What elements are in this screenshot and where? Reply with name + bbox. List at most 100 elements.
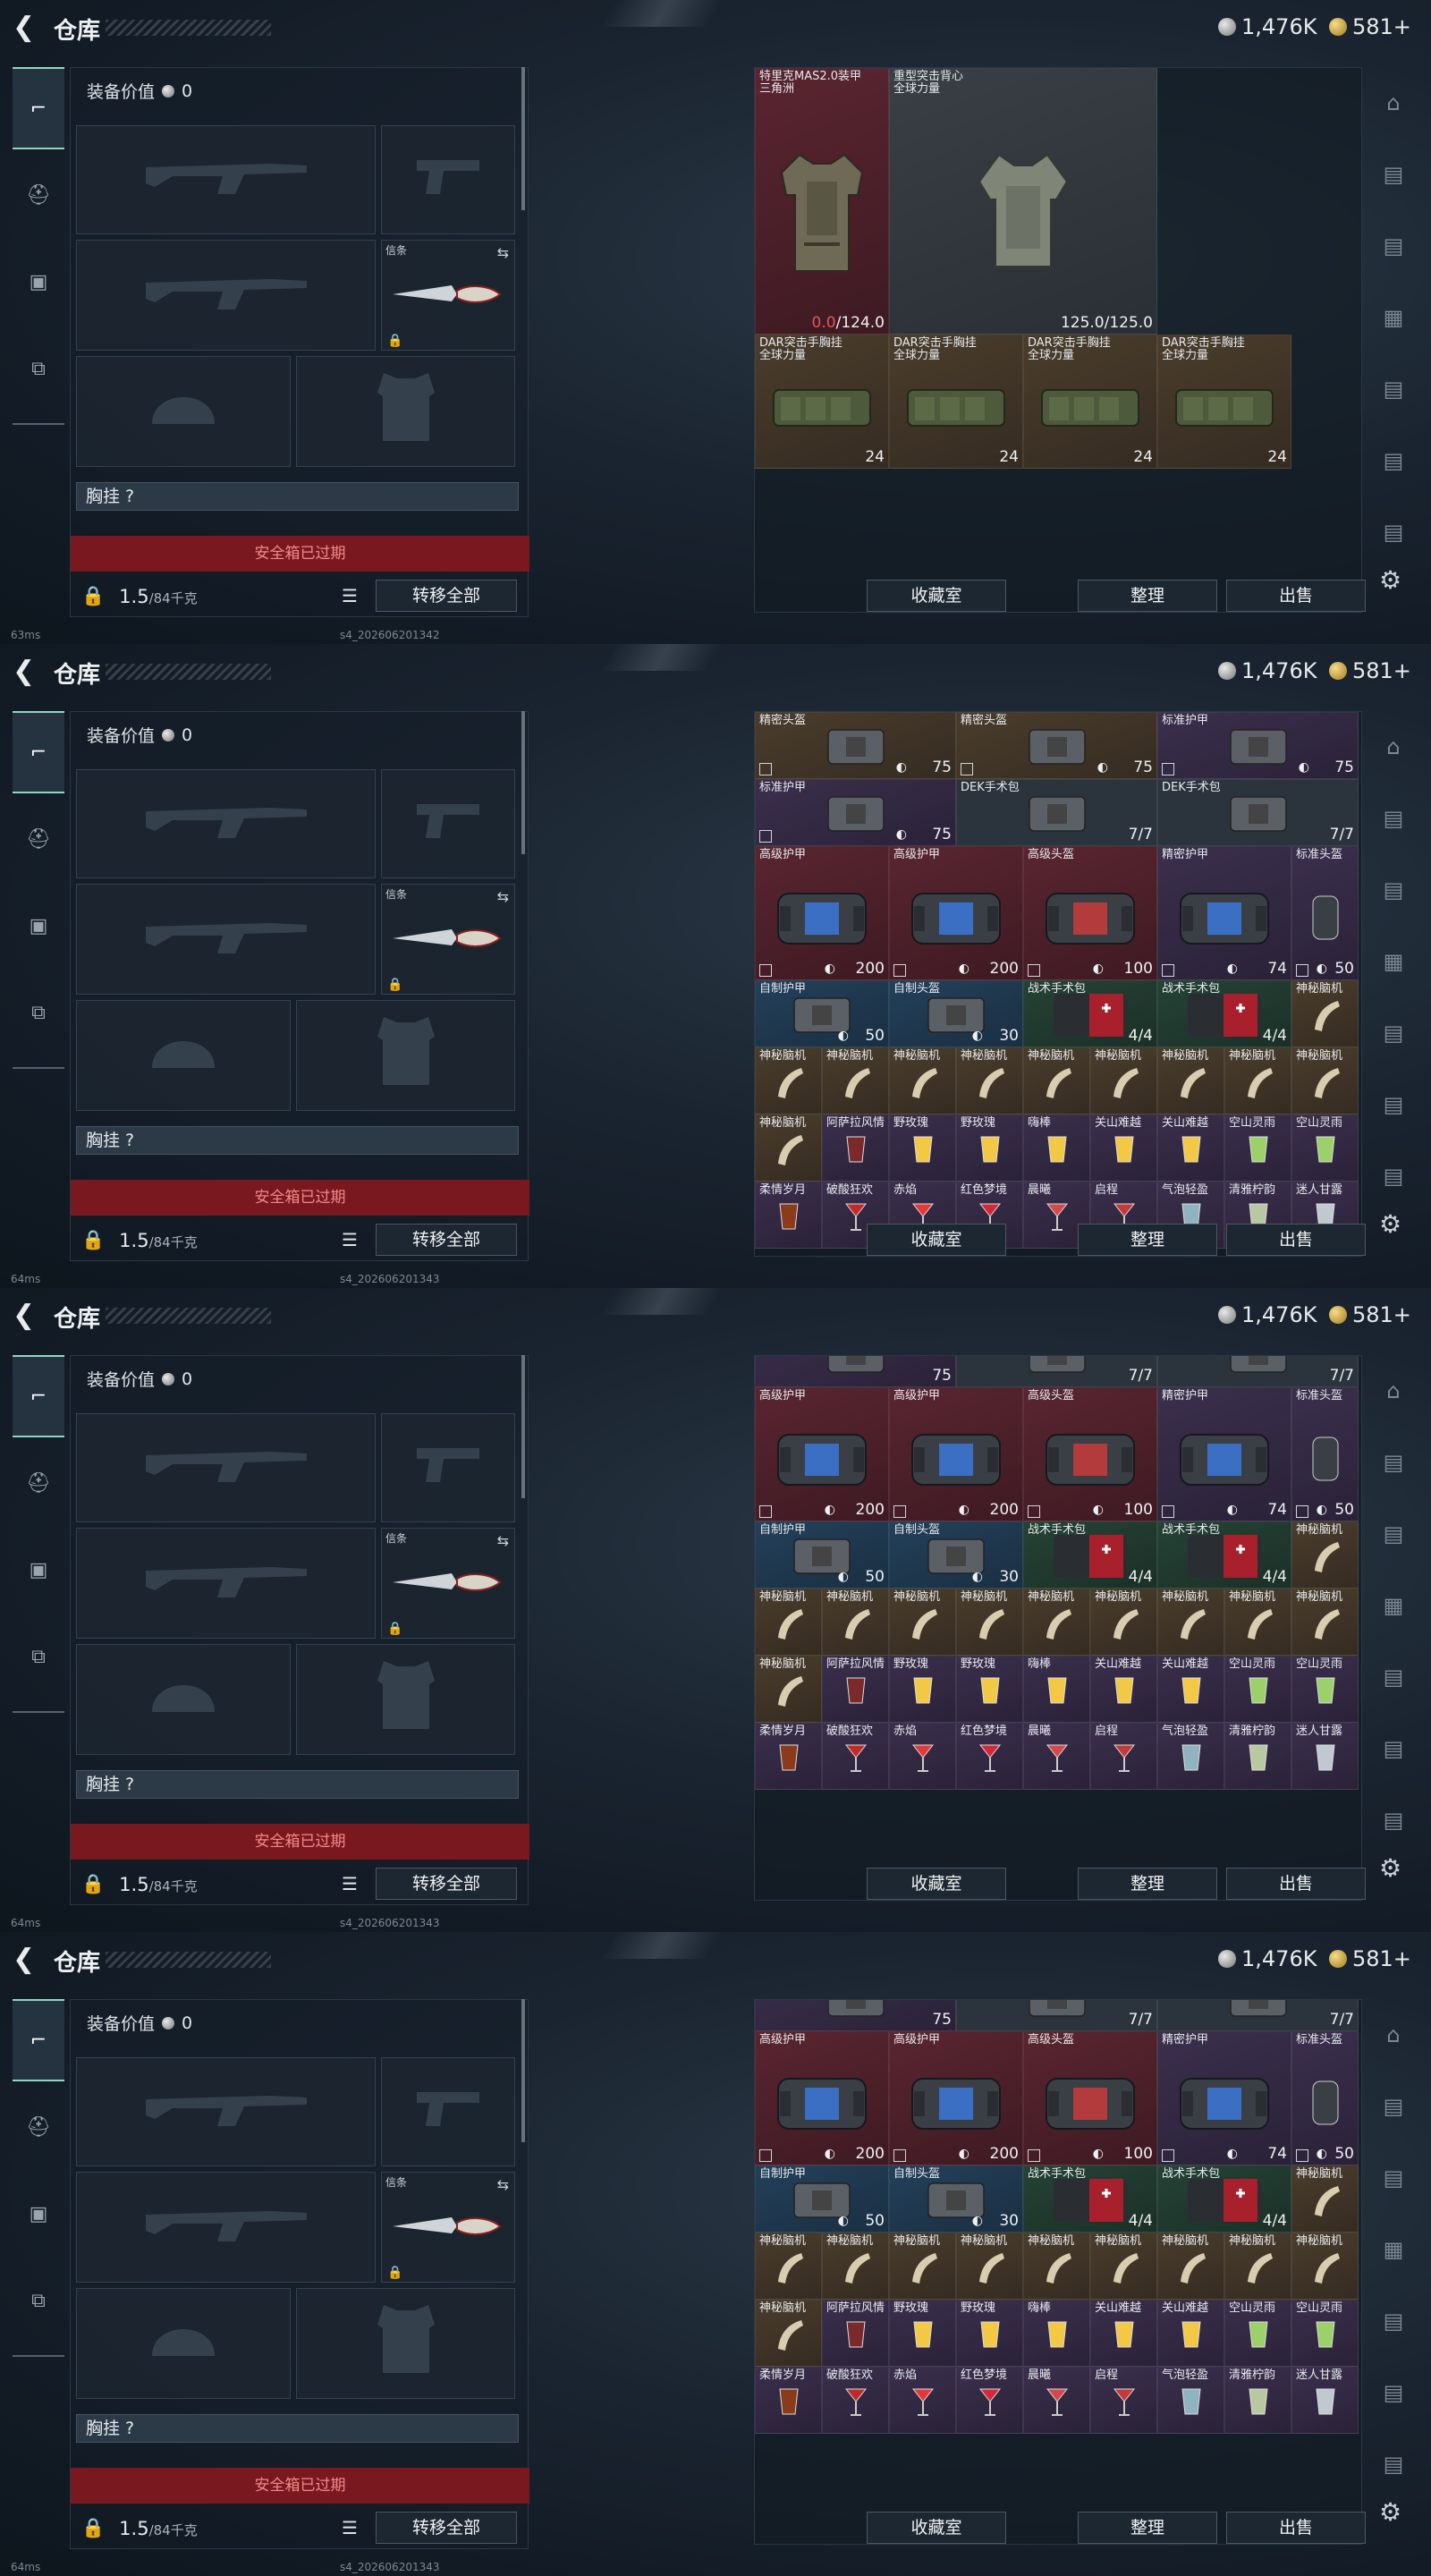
body-armor-slot[interactable] (296, 2288, 515, 2399)
helmet-icon[interactable]: ⛑ (13, 2086, 64, 2168)
inventory-item[interactable]: 空山灵雨 (1291, 1114, 1359, 1182)
inventory-item[interactable]: 野玫瑰 (889, 1114, 956, 1182)
settings-gear-icon[interactable]: ⚙ (1379, 1853, 1401, 1883)
inventory-item[interactable]: 高级护甲 ◐ 200 (889, 846, 1023, 980)
inventory-item[interactable]: 自制护甲 ◐ 50 (755, 1521, 889, 1589)
stash-tab-icon[interactable]: ▤ (1376, 1516, 1411, 1552)
collection-button[interactable]: 收藏室 (867, 1224, 1006, 1256)
melee-slot[interactable]: 信条 ⇆ 🔒 (381, 1528, 515, 1639)
inventory-item[interactable]: 精密头盔 ◐ 75 (755, 712, 956, 779)
inventory-item[interactable]: 神秘脑机 (1023, 1589, 1090, 1656)
inventory-item[interactable]: 精密护甲 ◐ 74 (1157, 2031, 1291, 2165)
inventory-item[interactable]: 神秘脑机 (1291, 1589, 1359, 1656)
sort-button[interactable]: 整理 (1078, 1224, 1217, 1256)
melee-slot[interactable]: 信条 ⇆ 🔒 (381, 884, 515, 995)
inventory-item[interactable]: 神秘脑机 (1157, 1589, 1224, 1656)
inventory-item[interactable]: 阿萨拉风情 (822, 2300, 889, 2367)
inventory-item[interactable]: 高级护甲 ◐ 200 (755, 846, 889, 980)
inventory-item[interactable]: 破酸狂欢 (822, 1723, 889, 1790)
inventory-item[interactable]: 关山难越 (1090, 1114, 1157, 1182)
inventory-item[interactable]: 战术手术包 4/4 (1157, 2165, 1291, 2233)
helmet-icon[interactable]: ⛑ (13, 154, 64, 236)
inventory-item[interactable]: 神秘脑机 (1291, 1521, 1359, 1589)
secondary-weapon-slot[interactable] (76, 884, 376, 995)
silver-currency[interactable]: 1,476K (1218, 658, 1317, 683)
inventory-item[interactable]: 7/7 (1157, 2000, 1359, 2031)
inventory-item[interactable]: 空山灵雨 (1291, 2300, 1359, 2367)
backpack-icon[interactable]: ▣ (13, 2173, 64, 2255)
loadout-scrollbar[interactable] (521, 711, 525, 854)
collection-button[interactable]: 收藏室 (867, 580, 1006, 612)
silver-currency[interactable]: 1,476K (1218, 1302, 1317, 1327)
inventory-item[interactable]: 清雅柠韵 (1224, 1723, 1291, 1790)
stash-tab-icon[interactable]: ⌂ (1376, 729, 1411, 765)
chest-rig-slot[interactable]: 胸挂 ? (76, 2414, 519, 2443)
loadout-scrollbar[interactable] (521, 1999, 525, 2142)
stash-tab-icon[interactable]: ▤ (1376, 1731, 1411, 1767)
inventory-item[interactable]: 空山灵雨 (1224, 1656, 1291, 1723)
stash-tab-icon[interactable]: ▤ (1376, 2160, 1411, 2196)
stash-tab-icon[interactable]: ▤ (1376, 514, 1411, 550)
stash-tab-icon[interactable]: ▤ (1376, 2303, 1411, 2339)
inventory-item[interactable]: 神秘脑机 (889, 1589, 956, 1656)
inventory-item[interactable]: 关山难越 (1157, 1114, 1224, 1182)
inventory-item[interactable]: 神秘脑机 (1023, 1047, 1090, 1114)
inventory-item[interactable]: 神秘脑机 (822, 1589, 889, 1656)
inventory-item[interactable]: 神秘脑机 (755, 1656, 822, 1723)
inventory-item[interactable]: 125.0/125.0 重型突击背心 全球力量 (889, 68, 1157, 335)
gold-currency[interactable]: 581+ (1329, 14, 1411, 39)
chest-rig-slot[interactable]: 胸挂 ? (76, 1126, 519, 1155)
inventory-item[interactable]: DEK手术包 7/7 (956, 779, 1157, 846)
gold-currency[interactable]: 581+ (1329, 1946, 1411, 1971)
inventory-item[interactable]: 野玫瑰 (956, 2300, 1023, 2367)
inventory-item[interactable]: 神秘脑机 (1090, 1589, 1157, 1656)
inventory-item[interactable]: 晨曦 (1023, 2367, 1090, 2434)
inventory-item[interactable]: 清雅柠韵 (1224, 2367, 1291, 2434)
stash-tab-icon[interactable]: ⌂ (1376, 85, 1411, 121)
list-icon[interactable]: ☰ (342, 585, 358, 606)
stash-tab-icon[interactable]: ▤ (1376, 1158, 1411, 1194)
inventory-item[interactable]: 神秘脑机 (1291, 980, 1359, 1047)
inventory-item[interactable]: 标准护甲 ◐ 75 (1157, 712, 1359, 779)
swap-icon[interactable]: ⇆ (497, 1532, 509, 1549)
inventory-item[interactable]: 7/7 (956, 1356, 1157, 1387)
primary-weapon-slot[interactable] (76, 2057, 376, 2166)
sell-button[interactable]: 出售 (1226, 580, 1366, 612)
inventory-item[interactable]: 神秘脑机 (1157, 2233, 1224, 2300)
inventory-item[interactable]: 精密护甲 ◐ 74 (1157, 1387, 1291, 1521)
stash-tab-icon[interactable]: ▦ (1376, 944, 1411, 979)
gold-currency[interactable]: 581+ (1329, 658, 1411, 683)
inventory-item[interactable]: 神秘脑机 (1090, 1047, 1157, 1114)
inventory-item[interactable]: 柔情岁月 (755, 1182, 822, 1249)
inventory-item[interactable]: 野玫瑰 (889, 1656, 956, 1723)
inventory-item[interactable]: 神秘脑机 (755, 2300, 822, 2367)
inventory-item[interactable]: 标准护甲 ◐ 75 (755, 779, 956, 846)
back-arrow-icon[interactable]: ❮ (13, 1946, 35, 1973)
inventory-item[interactable]: DEK手术包 7/7 (1157, 779, 1359, 846)
inventory-item[interactable]: 神秘脑机 (956, 1047, 1023, 1114)
inventory-item[interactable]: 嗨棒 (1023, 2300, 1090, 2367)
stash-tab-icon[interactable]: ▤ (1376, 2089, 1411, 2124)
inventory-item[interactable]: 7/7 (1157, 1356, 1359, 1387)
loadout-scrollbar[interactable] (521, 1355, 525, 1498)
inventory-item[interactable]: 高级护甲 ◐ 200 (889, 2031, 1023, 2165)
backpack-icon[interactable]: ▣ (13, 885, 64, 967)
inventory-item[interactable]: 神秘脑机 (1023, 2233, 1090, 2300)
body-armor-slot[interactable] (296, 1644, 515, 1755)
stash-tab-icon[interactable]: ▤ (1376, 1659, 1411, 1695)
briefcase-icon[interactable]: ⧉ (13, 971, 64, 1054)
inventory-item[interactable]: 空山灵雨 (1291, 1656, 1359, 1723)
sell-button[interactable]: 出售 (1226, 1224, 1366, 1256)
inventory-item[interactable]: 战术手术包 4/4 (1157, 1521, 1291, 1589)
safe-box-expired-bar[interactable]: 安全箱已过期 (71, 1180, 529, 1216)
inventory-item[interactable]: 晨曦 (1023, 1723, 1090, 1790)
inventory-item[interactable]: 关山难越 (1157, 2300, 1224, 2367)
inventory-item[interactable]: 神秘脑机 (755, 1589, 822, 1656)
inventory-item[interactable]: 高级护甲 ◐ 200 (755, 1387, 889, 1521)
inventory-item[interactable]: 阿萨拉风情 (822, 1114, 889, 1182)
inventory-item[interactable]: 野玫瑰 (956, 1656, 1023, 1723)
inventory-item[interactable]: 赤焰 (889, 2367, 956, 2434)
sell-button[interactable]: 出售 (1226, 1868, 1366, 1900)
stash-tab-icon[interactable]: ▤ (1376, 2375, 1411, 2411)
transfer-all-button[interactable]: 转移全部 (376, 1868, 517, 1900)
